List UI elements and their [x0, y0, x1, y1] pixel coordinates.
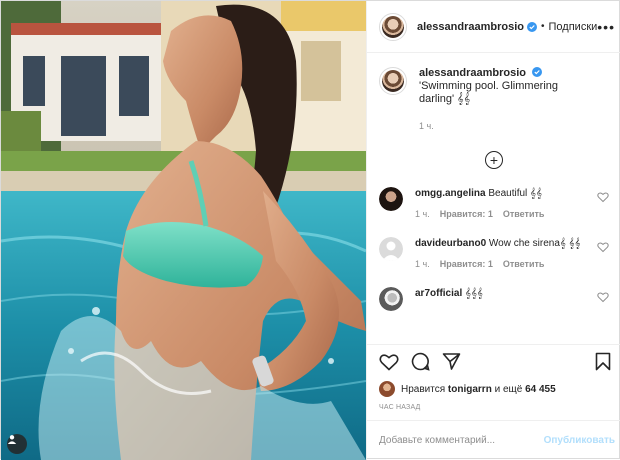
author-avatar[interactable]	[379, 12, 407, 41]
verified-badge-icon	[532, 67, 543, 77]
reply-button[interactable]: Ответить	[503, 258, 545, 271]
reply-button[interactable]: Ответить	[503, 208, 545, 221]
post-actions	[367, 344, 620, 378]
comment-text: Beautiful 𝄞𝄞	[488, 188, 542, 199]
caption: alessandraambrosio 'Swimming pool. Glimm…	[379, 67, 609, 133]
caption-time[interactable]: 1 ч.	[419, 120, 589, 133]
comment-time[interactable]: 1 ч.	[415, 258, 430, 271]
plus-circle-icon[interactable]: +	[485, 151, 503, 169]
pool-photo-illustration	[1, 1, 366, 460]
comment-likes[interactable]: Нравится: 1	[440, 208, 493, 221]
comment-time[interactable]: 1 ч.	[415, 208, 430, 221]
post-side-panel: alessandraambrosio • Подписки ••• alessa…	[366, 1, 620, 460]
comment-heart-icon[interactable]	[597, 241, 609, 253]
post-photo[interactable]	[1, 1, 366, 460]
heart-icon[interactable]	[379, 353, 399, 371]
share-icon[interactable]	[442, 352, 461, 371]
header-separator: •	[541, 21, 545, 32]
likes-summary: Нравится tonigarrn и ещё 64 455	[367, 378, 620, 400]
liker-username[interactable]: tonigarrn	[448, 384, 492, 395]
instagram-post-modal: alessandraambrosio • Подписки ••• alessa…	[0, 0, 620, 460]
publish-button[interactable]: Опубликовать	[544, 435, 615, 446]
post-timeago[interactable]: ЧАС НАЗАД	[367, 400, 620, 420]
author-username[interactable]: alessandraambrosio	[417, 21, 524, 33]
default-avatar-icon	[382, 241, 400, 261]
comment-heart-icon[interactable]	[597, 191, 609, 203]
post-header: alessandraambrosio • Подписки •••	[367, 1, 620, 53]
verified-badge-icon	[527, 21, 537, 32]
commenter-avatar[interactable]	[379, 287, 403, 311]
comment-icon[interactable]	[411, 352, 430, 371]
liker-avatar[interactable]	[379, 381, 395, 397]
add-comment-bar: Опубликовать	[367, 420, 620, 460]
more-dots-icon[interactable]: •••	[597, 20, 615, 34]
bookmark-icon[interactable]	[595, 352, 611, 371]
comment-item: davideurbano0 Wow che sirena𝄞 𝄞𝄞 1 ч. Нр…	[379, 237, 609, 271]
following-button[interactable]: Подписки	[549, 21, 598, 33]
caption-text: 'Swimming pool. Glimmering darling' 𝄞𝄞	[419, 80, 559, 105]
comment-item: omgg.angelina Beautiful 𝄞𝄞 1 ч. Нравится…	[379, 187, 609, 221]
likes-prefix: Нравится	[401, 383, 446, 395]
load-more-comments[interactable]: +	[379, 151, 609, 169]
commenter-avatar[interactable]	[379, 187, 403, 211]
commenter-avatar[interactable]	[379, 237, 403, 261]
commenter-username[interactable]: omgg.angelina	[415, 188, 486, 199]
likes-suffix: и ещё	[494, 383, 523, 395]
comments-list[interactable]: alessandraambrosio 'Swimming pool. Glimm…	[367, 53, 620, 344]
commenter-username[interactable]: ar7official	[415, 288, 462, 299]
caption-username[interactable]: alessandraambrosio	[419, 67, 526, 79]
comment-likes[interactable]: Нравится: 1	[440, 258, 493, 271]
likes-count[interactable]: 64 455	[525, 384, 556, 395]
commenter-username[interactable]: davideurbano0	[415, 238, 486, 249]
caption-avatar[interactable]	[379, 67, 407, 95]
comment-heart-icon[interactable]	[597, 291, 609, 303]
comment-text: 𝄞𝄞𝄞	[465, 288, 483, 299]
comment-input[interactable]	[379, 435, 544, 446]
tagged-user-icon[interactable]	[7, 434, 27, 454]
comment-item: ar7official 𝄞𝄞𝄞	[379, 287, 609, 311]
comment-text: Wow che sirena𝄞 𝄞𝄞	[488, 238, 581, 249]
